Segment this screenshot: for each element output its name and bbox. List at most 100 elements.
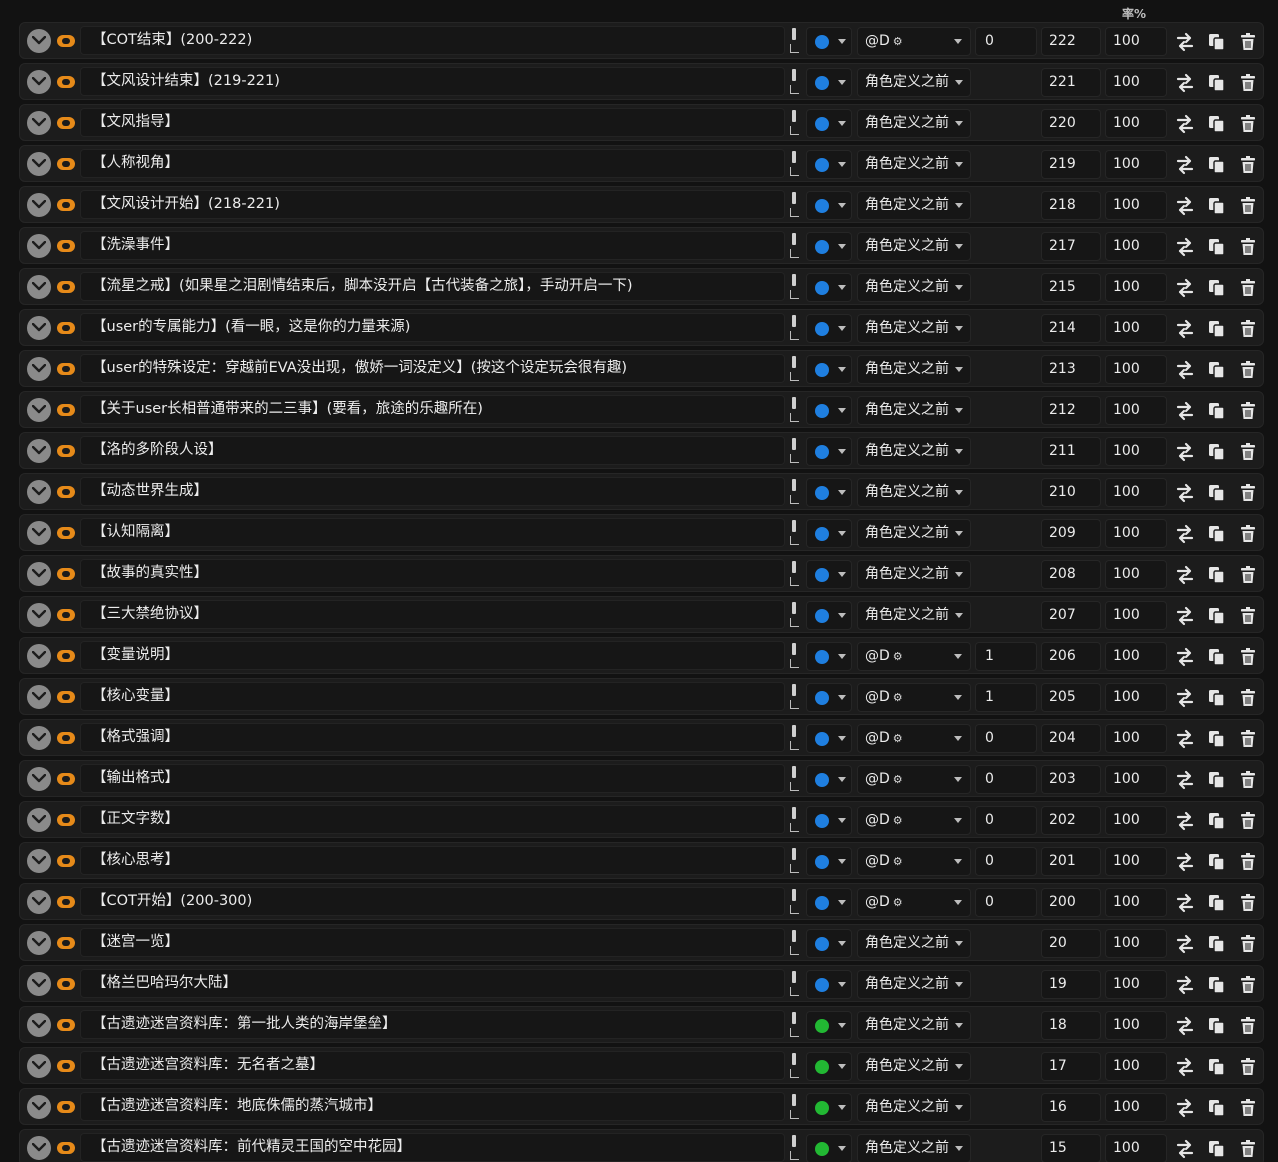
strategy-select[interactable]: [806, 314, 852, 343]
swap-icon[interactable]: [1175, 688, 1195, 708]
enable-toggle[interactable]: [57, 527, 75, 539]
resize-handle-icon[interactable]: [788, 479, 800, 507]
entry-title-input[interactable]: 【迷宫一览】: [80, 928, 785, 957]
resize-handle-icon[interactable]: [788, 889, 800, 917]
resize-handle-icon[interactable]: [788, 848, 800, 876]
strategy-select[interactable]: [806, 396, 852, 425]
depth-input[interactable]: [975, 355, 1037, 384]
chevron-down-icon[interactable]: [27, 849, 51, 873]
position-select[interactable]: 角色定义之前: [857, 191, 971, 220]
resize-handle-icon[interactable]: [788, 1135, 800, 1162]
copy-icon[interactable]: [1207, 606, 1227, 626]
trash-icon[interactable]: [1238, 442, 1258, 462]
probability-input[interactable]: 100: [1105, 601, 1167, 630]
resize-handle-icon[interactable]: [788, 1094, 800, 1122]
swap-icon[interactable]: [1175, 524, 1195, 544]
probability-input[interactable]: 100: [1105, 519, 1167, 548]
probability-input[interactable]: 100: [1105, 314, 1167, 343]
chevron-down-icon[interactable]: [27, 1054, 51, 1078]
entry-title-input[interactable]: 【user的专属能力】(看一眼，这是你的力量来源): [80, 313, 785, 342]
copy-icon[interactable]: [1207, 1016, 1227, 1036]
chevron-down-icon[interactable]: [27, 562, 51, 586]
trash-icon[interactable]: [1238, 770, 1258, 790]
depth-input[interactable]: 0: [975, 847, 1037, 876]
depth-input[interactable]: [975, 478, 1037, 507]
position-select[interactable]: 角色定义之前: [857, 478, 971, 507]
trash-icon[interactable]: [1238, 278, 1258, 298]
resize-handle-icon[interactable]: [788, 356, 800, 384]
depth-input[interactable]: [975, 109, 1037, 138]
resize-handle-icon[interactable]: [788, 69, 800, 97]
depth-input[interactable]: 0: [975, 27, 1037, 56]
entry-title-input[interactable]: 【文风指导】: [80, 108, 785, 137]
depth-input[interactable]: [975, 601, 1037, 630]
trash-icon[interactable]: [1238, 688, 1258, 708]
copy-icon[interactable]: [1207, 319, 1227, 339]
depth-input[interactable]: [975, 314, 1037, 343]
order-input[interactable]: 208: [1041, 560, 1101, 589]
probability-input[interactable]: 100: [1105, 232, 1167, 261]
position-select[interactable]: 角色定义之前: [857, 970, 971, 999]
chevron-down-icon[interactable]: [27, 890, 51, 914]
strategy-select[interactable]: [806, 519, 852, 548]
entry-title-input[interactable]: 【格兰巴哈玛尔大陆】: [80, 969, 785, 998]
swap-icon[interactable]: [1175, 483, 1195, 503]
swap-icon[interactable]: [1175, 1057, 1195, 1077]
depth-input[interactable]: 0: [975, 888, 1037, 917]
order-input[interactable]: 15: [1041, 1134, 1101, 1162]
entry-title-input[interactable]: 【故事的真实性】: [80, 559, 785, 588]
enable-toggle[interactable]: [57, 1019, 75, 1031]
probability-input[interactable]: 100: [1105, 273, 1167, 302]
probability-input[interactable]: 100: [1105, 683, 1167, 712]
resize-handle-icon[interactable]: [788, 643, 800, 671]
entry-title-input[interactable]: 【洛的多阶段人设】: [80, 436, 785, 465]
strategy-select[interactable]: [806, 765, 852, 794]
copy-icon[interactable]: [1207, 237, 1227, 257]
copy-icon[interactable]: [1207, 770, 1227, 790]
copy-icon[interactable]: [1207, 73, 1227, 93]
enable-toggle[interactable]: [57, 76, 75, 88]
strategy-select[interactable]: [806, 929, 852, 958]
position-select[interactable]: @D ⚙: [857, 888, 971, 917]
probability-input[interactable]: 100: [1105, 478, 1167, 507]
swap-icon[interactable]: [1175, 729, 1195, 749]
position-select[interactable]: 角色定义之前: [857, 437, 971, 466]
trash-icon[interactable]: [1238, 1098, 1258, 1118]
strategy-select[interactable]: [806, 1011, 852, 1040]
copy-icon[interactable]: [1207, 811, 1227, 831]
position-select[interactable]: 角色定义之前: [857, 68, 971, 97]
order-input[interactable]: 20: [1041, 929, 1101, 958]
position-select[interactable]: @D ⚙: [857, 683, 971, 712]
enable-toggle[interactable]: [57, 486, 75, 498]
trash-icon[interactable]: [1238, 565, 1258, 585]
copy-icon[interactable]: [1207, 1098, 1227, 1118]
entry-title-input[interactable]: 【输出格式】: [80, 764, 785, 793]
chevron-down-icon[interactable]: [27, 521, 51, 545]
entry-title-input[interactable]: 【关于user长相普通带来的二三事】(要看，旅途的乐趣所在): [80, 395, 785, 424]
resize-handle-icon[interactable]: [788, 192, 800, 220]
copy-icon[interactable]: [1207, 196, 1227, 216]
strategy-select[interactable]: [806, 1134, 852, 1162]
position-select[interactable]: 角色定义之前: [857, 1011, 971, 1040]
order-input[interactable]: 222: [1041, 27, 1101, 56]
enable-toggle[interactable]: [57, 691, 75, 703]
chevron-down-icon[interactable]: [27, 931, 51, 955]
swap-icon[interactable]: [1175, 155, 1195, 175]
chevron-down-icon[interactable]: [27, 1013, 51, 1037]
resize-handle-icon[interactable]: [788, 274, 800, 302]
swap-icon[interactable]: [1175, 196, 1195, 216]
swap-icon[interactable]: [1175, 237, 1195, 257]
copy-icon[interactable]: [1207, 32, 1227, 52]
swap-icon[interactable]: [1175, 811, 1195, 831]
strategy-select[interactable]: [806, 642, 852, 671]
probability-input[interactable]: 100: [1105, 929, 1167, 958]
resize-handle-icon[interactable]: [788, 151, 800, 179]
order-input[interactable]: 17: [1041, 1052, 1101, 1081]
order-input[interactable]: 217: [1041, 232, 1101, 261]
chevron-down-icon[interactable]: [27, 644, 51, 668]
probability-input[interactable]: 100: [1105, 27, 1167, 56]
copy-icon[interactable]: [1207, 360, 1227, 380]
strategy-select[interactable]: [806, 806, 852, 835]
order-input[interactable]: 200: [1041, 888, 1101, 917]
swap-icon[interactable]: [1175, 975, 1195, 995]
